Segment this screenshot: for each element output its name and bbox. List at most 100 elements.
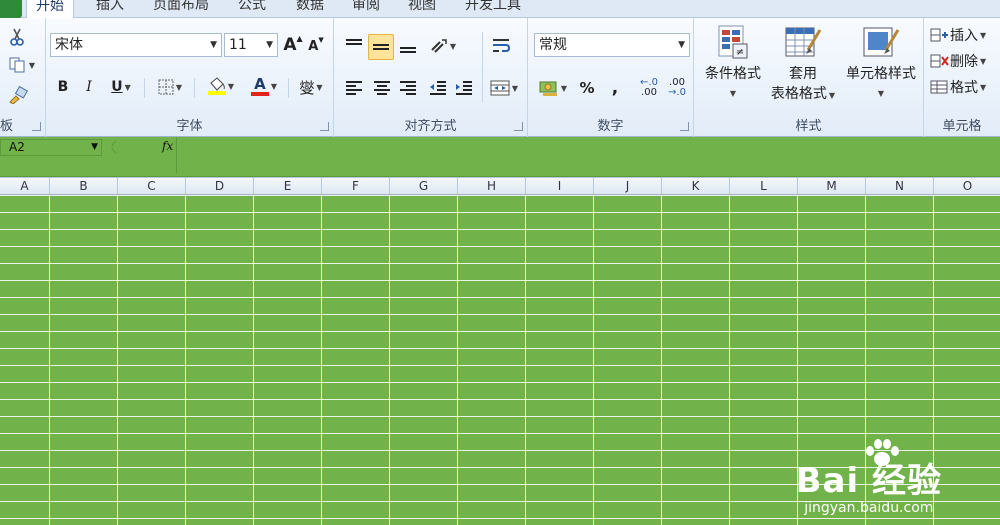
column-header-f[interactable]: F: [322, 178, 390, 195]
conditional-formatting-button[interactable]: ≠ 条件格式 ▼: [700, 24, 766, 112]
font-group: 宋体 ▼ 11 ▼ A ▲ A ▼ B I U ▼ ▼ ▼ A ▼ 燮 ▼ 字体: [46, 18, 334, 137]
align-middle-icon: [373, 44, 389, 50]
paintbrush-icon: [9, 86, 28, 104]
borders-button[interactable]: ▼: [150, 76, 190, 98]
format-cells-button[interactable]: 格式 ▼: [930, 76, 1000, 98]
align-left-button[interactable]: [342, 76, 366, 100]
name-box[interactable]: A2 ▼: [0, 139, 102, 156]
column-header-h[interactable]: H: [458, 178, 526, 195]
tab-formulas[interactable]: 公式: [230, 0, 274, 18]
alignment-dialog-launcher[interactable]: [514, 122, 523, 131]
tab-page-layout[interactable]: 页面布局: [148, 0, 214, 18]
underline-glyph: U: [111, 79, 123, 95]
chevron-down-icon[interactable]: ▼: [91, 140, 98, 155]
cell-styles-icon: [863, 27, 900, 57]
currency-icon: [539, 81, 557, 96]
decrease-indent-button[interactable]: [426, 76, 450, 100]
chevron-down-icon: ▼: [678, 40, 685, 50]
column-header-j[interactable]: J: [594, 178, 662, 195]
chevron-down-icon: ▼: [28, 60, 36, 70]
formula-controls: fx: [104, 139, 176, 156]
column-header-i[interactable]: I: [526, 178, 594, 195]
underline-button[interactable]: U ▼: [104, 76, 138, 98]
decrease-indent-icon: [430, 81, 446, 95]
column-gridline: [253, 195, 254, 525]
chevron-down-icon: ▼: [316, 82, 323, 92]
file-tab[interactable]: [0, 0, 22, 18]
italic-button[interactable]: I: [78, 76, 100, 98]
number-group-label: 数字: [597, 119, 624, 134]
column-header-e[interactable]: E: [254, 178, 322, 195]
tab-data[interactable]: 数据: [288, 0, 332, 18]
font-color-button[interactable]: A ▼: [244, 74, 284, 98]
format-as-table-button[interactable]: 套用 表格格式 ▼: [766, 24, 840, 112]
increase-indent-button[interactable]: [452, 76, 476, 100]
cells-group-label: 单元格: [942, 119, 982, 134]
ribbon: ▼ 板 宋体 ▼ 11 ▼ A ▲ A ▼ B I U ▼ ▼ ▼ A ▼ 燮 …: [0, 18, 1000, 137]
column-header-m[interactable]: M: [798, 178, 866, 195]
cell-styles-button[interactable]: 单元格样式 ▼: [840, 24, 922, 112]
orientation-button[interactable]: ▼: [426, 34, 460, 58]
increase-decimal-button[interactable]: ←.0 .00: [636, 76, 662, 100]
right-arrow-icon: →.0: [668, 87, 686, 98]
column-header-c[interactable]: C: [118, 178, 186, 195]
excel-window: 开始 插入 页面布局 公式 数据 审阅 视图 开发工具 ▼ 板 宋体 ▼ 11 …: [0, 0, 1000, 525]
styles-group: ≠ 条件格式 ▼ 套用 表格格式 ▼ 单元格样式 ▼ 样式: [694, 18, 924, 137]
format-painter-button[interactable]: [6, 84, 30, 106]
font-size-value: 11: [229, 37, 247, 53]
wrap-text-button[interactable]: [488, 34, 514, 58]
align-right-button[interactable]: [396, 76, 420, 100]
number-format-combobox[interactable]: 常规 ▼: [534, 33, 690, 57]
column-header-a[interactable]: A: [0, 178, 50, 195]
tab-review[interactable]: 审阅: [344, 0, 388, 18]
formula-input[interactable]: [176, 137, 1000, 173]
merge-center-button[interactable]: ▼: [486, 76, 522, 100]
chevron-down-icon: ▼: [828, 91, 836, 100]
insert-function-button[interactable]: fx: [162, 139, 173, 153]
tab-insert[interactable]: 插入: [88, 0, 132, 18]
chevron-down-icon: ▼: [227, 81, 235, 91]
number-dialog-launcher[interactable]: [680, 122, 689, 131]
column-header-k[interactable]: K: [662, 178, 730, 195]
column-header-g[interactable]: G: [390, 178, 458, 195]
column-header-d[interactable]: D: [186, 178, 254, 195]
bold-button[interactable]: B: [52, 76, 74, 98]
tab-view[interactable]: 视图: [400, 0, 444, 18]
column-gridline: [321, 195, 322, 525]
delete-cells-button[interactable]: 删除 ▼: [930, 50, 1000, 72]
column-header-b[interactable]: B: [50, 178, 118, 195]
align-left-icon: [346, 81, 362, 95]
phonetic-guide-button[interactable]: 燮 ▼: [292, 76, 330, 98]
column-header-n[interactable]: N: [866, 178, 934, 195]
shrink-font-button[interactable]: A ▼: [306, 36, 326, 56]
font-dialog-launcher[interactable]: [320, 122, 329, 131]
insert-cells-button[interactable]: 插入 ▼: [930, 24, 1000, 46]
tab-home[interactable]: 开始: [26, 0, 74, 18]
copy-icon: [9, 57, 25, 73]
comma-style-button[interactable]: ,: [604, 76, 626, 100]
column-headers: ABCDEFGHIJKLMNO: [0, 177, 1000, 195]
alignment-group: ▼ ▼ 对齐方式: [334, 18, 528, 137]
column-header-o[interactable]: O: [934, 178, 1000, 195]
accounting-format-button[interactable]: ▼: [534, 76, 572, 100]
bottom-align-button[interactable]: [396, 34, 420, 58]
column-header-l[interactable]: L: [730, 178, 798, 195]
middle-align-button[interactable]: [368, 34, 394, 60]
top-align-button[interactable]: [342, 34, 366, 58]
font-size-combobox[interactable]: 11 ▼: [224, 33, 278, 57]
cut-button[interactable]: [6, 26, 28, 48]
fill-color-swatch-wrap: [207, 77, 226, 95]
tab-developer[interactable]: 开发工具: [458, 0, 528, 18]
chevron-down-icon: ▼: [729, 89, 737, 98]
fill-color-button[interactable]: ▼: [200, 74, 242, 98]
delete-cells-icon: [930, 54, 949, 68]
copy-button[interactable]: ▼: [4, 54, 40, 76]
chevron-down-icon: ▼: [980, 82, 987, 92]
decrease-decimal-button[interactable]: .00 →.0: [664, 76, 690, 100]
chevron-down-icon: ▼: [270, 81, 278, 91]
clipboard-dialog-launcher[interactable]: [32, 122, 41, 131]
percent-style-button[interactable]: %: [576, 76, 598, 100]
align-center-button[interactable]: [370, 76, 394, 100]
font-name-combobox[interactable]: 宋体 ▼: [50, 33, 222, 57]
grow-font-button[interactable]: A ▲: [282, 34, 304, 56]
